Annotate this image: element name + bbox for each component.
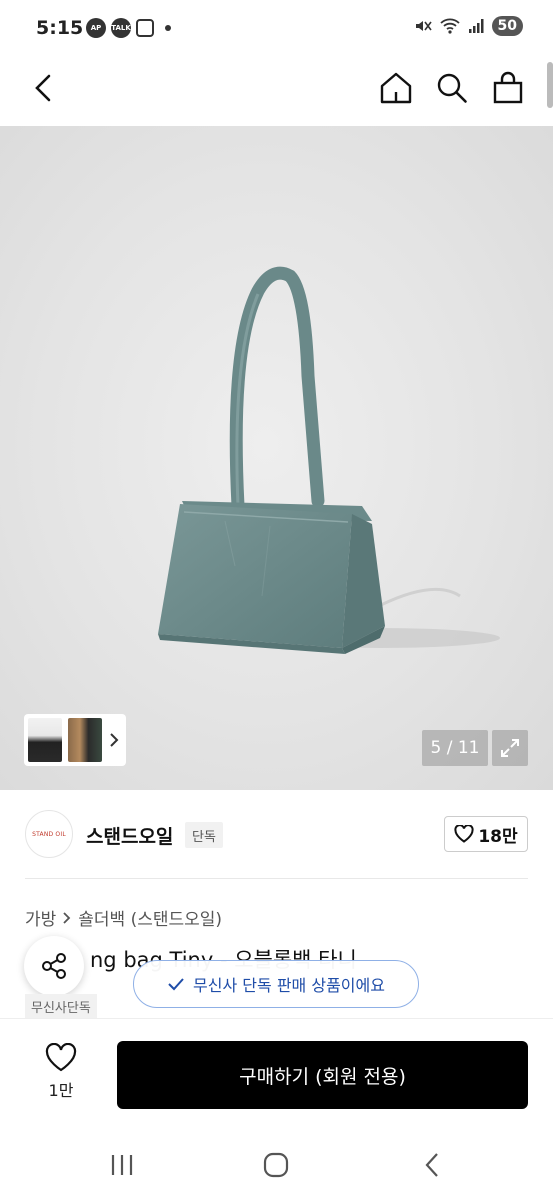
breadcrumb-item[interactable]: 가방 [25,905,56,930]
screenshot-icon [136,19,154,37]
thumbnail-image[interactable] [68,718,102,762]
chevron-right-icon [63,911,71,924]
cart-button[interactable] [488,68,528,108]
back-nav-icon [425,1153,438,1177]
exclusive-tag: 무신사단독 [25,994,97,1018]
share-icon [42,953,66,979]
product-image-gallery[interactable]: 5 / 11 [0,126,553,790]
brand-row: STAND OIL 스탠드오일 단독 18만 [0,790,553,878]
breadcrumb: 가방 숄더백 (스탠드오일) [25,905,222,930]
mute-icon [415,21,432,31]
search-button[interactable] [432,68,472,108]
home-circle-icon [263,1152,289,1178]
heart-icon [454,825,474,843]
thumbnail-strip[interactable] [24,714,126,766]
ap-app-icon: AP [86,18,106,38]
brand-like-count: 18만 [478,826,518,847]
battery-icon: 50 [491,16,523,36]
app-bar [0,56,553,126]
home-button[interactable] [376,68,416,108]
status-time: 5:15 [36,17,84,39]
image-counter: 5 / 11 [422,730,488,766]
back-nav-button[interactable] [410,1148,454,1182]
home-icon [380,72,412,104]
brand-exclusive-badge: 단독 [185,822,223,848]
buy-button[interactable]: 구매하기 (회원 전용) [117,1041,528,1109]
recent-apps-icon [111,1155,133,1175]
brand-like-button[interactable]: 18만 [444,816,528,852]
brand-name[interactable]: 스탠드오일 [86,822,173,849]
talk-app-icon: TALK [111,18,131,38]
signal-icon [468,19,484,33]
expand-button[interactable] [492,730,528,766]
breadcrumb-item[interactable]: 숄더백 (스탠드오일) [78,905,222,930]
brand-logo[interactable]: STAND OIL [25,810,73,858]
chevron-right-icon [110,733,119,747]
status-bar: 5:15 AP TALK 50 [0,0,553,56]
scroll-indicator [547,62,553,108]
status-notification-icons: AP TALK [86,18,171,38]
expand-icon [501,739,519,757]
wishlist-button[interactable]: 1만 [30,1043,92,1107]
divider [25,878,528,879]
wishlist-count: 1만 [48,1081,74,1100]
cart-icon [493,71,523,104]
home-nav-button[interactable] [254,1146,298,1184]
heart-icon [45,1043,77,1072]
thumbnail-image[interactable] [28,718,62,762]
product-bag-image [158,266,500,654]
back-icon [35,74,51,102]
search-icon [437,73,467,103]
bottom-action-bar: 1만 구매하기 (회원 전용) [0,1018,553,1130]
more-notifications-dot [165,25,171,31]
check-icon [168,978,184,991]
share-button[interactable] [24,936,84,996]
status-system-icons: 50 [414,16,523,36]
toast-message: 무신사 단독 판매 상품이에요 [193,976,385,995]
exclusive-toast: 무신사 단독 판매 상품이에요 [133,960,419,1008]
back-button[interactable] [26,70,62,106]
wifi-icon [439,18,460,34]
recent-apps-button[interactable] [100,1148,144,1182]
system-navigation-bar [0,1130,553,1200]
